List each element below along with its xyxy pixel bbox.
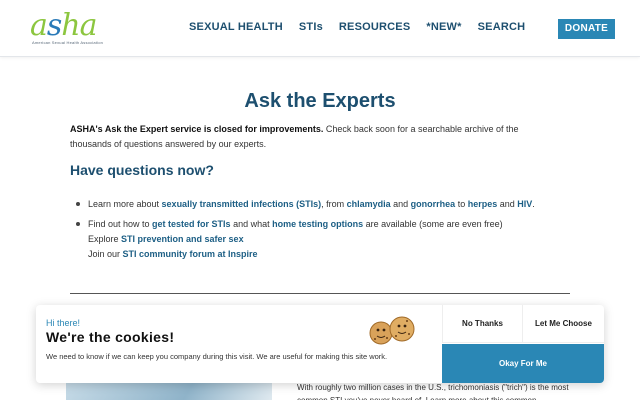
cookie-title: We're the cookies! — [46, 329, 175, 345]
link-community-forum[interactable]: STI community forum at Inspire — [123, 249, 258, 259]
nav-sexual-health[interactable]: SEXUAL HEALTH — [189, 21, 283, 33]
text: Find out how to — [88, 219, 153, 229]
link-herpes[interactable]: herpes — [468, 199, 498, 209]
link-prevention[interactable]: STI prevention and safer sex — [121, 234, 244, 244]
let-me-choose-button[interactable]: Let Me Choose — [522, 305, 604, 343]
text: Explore — [88, 234, 122, 244]
cookie-text: We need to know if we can keep you compa… — [46, 352, 388, 361]
main-nav: SEXUAL HEALTH STIs RESOURCES *NEW* SEARC… — [189, 21, 525, 33]
text: are available (some are even free) — [363, 219, 503, 229]
article-excerpt: With roughly two million cases in the U.… — [297, 383, 569, 400]
asha-logo[interactable]: asha American Sexual Health Association — [30, 11, 112, 47]
intro-paragraph: ASHA's Ask the Expert service is closed … — [70, 122, 550, 152]
logo-subtitle: American Sexual Health Association — [32, 40, 104, 45]
okay-for-me-button[interactable]: Okay For Me — [442, 344, 604, 383]
section-heading: Have questions now? — [70, 162, 214, 178]
list-item: Find out how to get tested for STIs and … — [70, 217, 570, 262]
site-header: asha American Sexual Health Association … — [0, 0, 640, 57]
cookie-characters-icon — [369, 316, 415, 345]
nav-resources[interactable]: RESOURCES — [339, 21, 410, 33]
nav-stis[interactable]: STIs — [299, 21, 323, 33]
divider — [70, 293, 570, 294]
no-thanks-button[interactable]: No Thanks — [442, 305, 522, 343]
text: and — [390, 199, 411, 209]
list-item: Learn more about sexually transmitted in… — [70, 197, 570, 212]
text: Learn more about — [88, 199, 162, 209]
intro-bold: ASHA's Ask the Expert service is closed … — [70, 124, 324, 134]
link-chlamydia[interactable]: chlamydia — [347, 199, 391, 209]
logo-mark: asha — [30, 8, 98, 43]
text: Join our — [88, 249, 123, 259]
cookie-greeting: Hi there! — [46, 318, 81, 328]
link-home-testing[interactable]: home testing options — [272, 219, 363, 229]
nav-new[interactable]: *NEW* — [426, 21, 461, 33]
text: and — [497, 199, 518, 209]
text: to — [455, 199, 468, 209]
link-hiv[interactable]: HIV — [517, 199, 532, 209]
donate-button[interactable]: DONATE — [558, 19, 615, 39]
text: , from — [321, 199, 347, 209]
link-stis[interactable]: sexually transmitted infections (STIs) — [162, 199, 322, 209]
cookie-banner: Hi there! We're the cookies! We need to … — [36, 305, 604, 383]
resource-list: Learn more about sexually transmitted in… — [70, 197, 570, 267]
text: . — [532, 199, 535, 209]
nav-search[interactable]: SEARCH — [478, 21, 526, 33]
link-get-tested[interactable]: get tested for STIs — [152, 219, 231, 229]
text: and what — [230, 219, 273, 229]
page-title: Ask the Experts — [244, 90, 396, 112]
link-gonorrhea[interactable]: gonorrhea — [411, 199, 456, 209]
